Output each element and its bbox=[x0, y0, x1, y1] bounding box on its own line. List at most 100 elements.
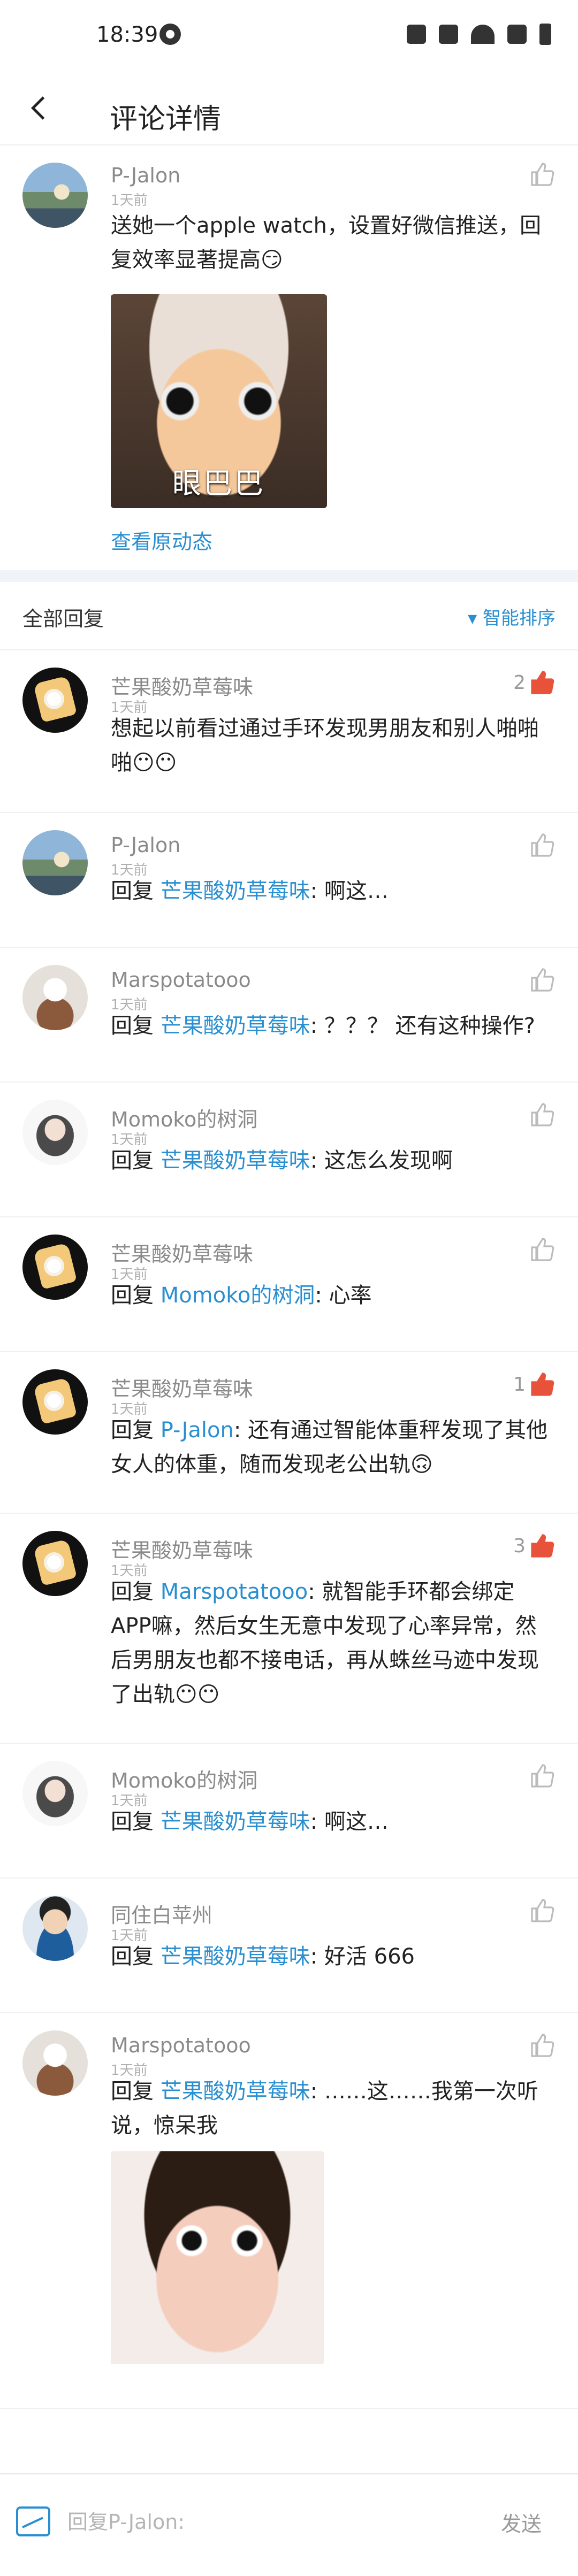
reply-item: Momoko的树洞 1天前 回复 芒果酸奶草莓味: 这怎么发现啊 bbox=[0, 1082, 578, 1217]
image-caption: 眼巴巴 bbox=[172, 466, 265, 500]
avatar[interactable] bbox=[22, 830, 88, 895]
reply-input[interactable] bbox=[66, 2504, 475, 2540]
thumbs-up-icon bbox=[531, 1534, 554, 1558]
send-button[interactable]: 发送 bbox=[501, 2508, 542, 2537]
thumbs-up-icon bbox=[531, 1103, 554, 1126]
author-name[interactable]: 芒果酸奶草莓味 bbox=[111, 1238, 253, 1267]
signal-icon bbox=[507, 25, 527, 44]
reply-prefix: 回复 bbox=[111, 879, 161, 903]
sort-dropdown[interactable]: 智能排序 bbox=[468, 603, 556, 630]
system-icons bbox=[407, 24, 551, 45]
like-button[interactable] bbox=[530, 1533, 556, 1559]
reply-bar: 发送 bbox=[0, 2473, 578, 2576]
section-divider bbox=[0, 570, 578, 582]
author-name[interactable]: 芒果酸奶草莓味 bbox=[111, 671, 253, 700]
author-name[interactable]: P-Jalon bbox=[111, 164, 180, 187]
reply-content: 回复 Marspotatooo: 就智能手环都会绑定APP嘛，然后女生无意中发现… bbox=[111, 1575, 550, 1712]
like-count: 1 bbox=[513, 1374, 526, 1396]
avatar[interactable] bbox=[22, 1235, 88, 1300]
mention-link[interactable]: 芒果酸奶草莓味 bbox=[161, 1810, 310, 1834]
author-name[interactable]: P-Jalon bbox=[111, 833, 180, 857]
settings-indicator-icon bbox=[159, 24, 181, 45]
reply-content: 回复 芒果酸奶草莓味: 啊这… bbox=[111, 1805, 550, 1839]
like-button[interactable] bbox=[530, 2033, 556, 2058]
reply-content: 回复 Momoko的树洞: 心率 bbox=[111, 1278, 550, 1313]
author-name[interactable]: 同住白苹州 bbox=[111, 1899, 212, 1928]
reply-item: Marspotatooo 1天前 回复 芒果酸奶草莓味: ……这……我第一次听说… bbox=[0, 2012, 578, 2409]
like-button[interactable] bbox=[530, 1371, 556, 1397]
replies-header: 全部回复 智能排序 bbox=[0, 582, 578, 650]
mention-link[interactable]: 芒果酸奶草莓味 bbox=[161, 879, 310, 903]
reply-content: 回复 P-Jalon: 还有通过智能体重秤发现了其他女人的体重，随而发现老公出轨… bbox=[111, 1413, 550, 1482]
author-name[interactable]: 芒果酸奶草莓味 bbox=[111, 1534, 253, 1563]
like-button[interactable] bbox=[530, 967, 556, 993]
post-content: 送她一个apple watch，设置好微信推送，回复效率显著提高😏 bbox=[111, 213, 541, 272]
reply-item: Momoko的树洞 1天前 回复 芒果酸奶草莓味: 啊这… bbox=[0, 1743, 578, 1879]
image-upload-icon[interactable] bbox=[16, 2506, 50, 2536]
author-name[interactable]: 芒果酸奶草莓味 bbox=[111, 1373, 253, 1402]
mention-link[interactable]: 芒果酸奶草莓味 bbox=[161, 2079, 310, 2104]
reply-prefix: 回复 bbox=[111, 1418, 161, 1443]
back-button[interactable] bbox=[24, 92, 56, 124]
avatar[interactable] bbox=[22, 1896, 88, 1961]
reply-text: 想起以前看过通过手环发现男朋友和别人啪啪啪😶😶 bbox=[111, 716, 539, 775]
author-name[interactable]: Momoko的树洞 bbox=[111, 1764, 257, 1793]
thumbs-up-icon bbox=[531, 1899, 554, 1922]
mention-link[interactable]: P-Jalon bbox=[161, 1418, 234, 1443]
like-button[interactable] bbox=[530, 162, 556, 187]
bluetooth-icon bbox=[439, 25, 458, 44]
avatar[interactable] bbox=[22, 1531, 88, 1596]
reply-prefix: 回复 bbox=[111, 1810, 161, 1834]
thumbs-up-icon bbox=[531, 1373, 554, 1396]
mention-link[interactable]: 芒果酸奶草莓味 bbox=[161, 1944, 310, 1969]
mention-link[interactable]: 芒果酸奶草莓味 bbox=[161, 1014, 310, 1038]
like-count: 2 bbox=[513, 672, 526, 694]
like-button[interactable] bbox=[530, 1763, 556, 1789]
thumbs-up-icon bbox=[531, 2034, 554, 2057]
like-button[interactable] bbox=[530, 1237, 556, 1262]
back-arrow-icon bbox=[31, 96, 45, 120]
author-name[interactable]: Marspotatooo bbox=[111, 968, 251, 992]
reply-text: : 这怎么发现啊 bbox=[310, 1148, 453, 1173]
mention-link[interactable]: 芒果酸奶草莓味 bbox=[161, 1148, 310, 1173]
avatar[interactable] bbox=[22, 2030, 88, 2096]
mention-link[interactable]: Momoko的树洞 bbox=[161, 1283, 315, 1308]
reply-item: Marspotatooo 1天前 回复 芒果酸奶草莓味: ？？？ 还有这种操作? bbox=[0, 947, 578, 1083]
mention-link[interactable]: Marspotatooo bbox=[161, 1580, 308, 1604]
author-name[interactable]: Marspotatooo bbox=[111, 2034, 251, 2057]
reply-text: : 啊这… bbox=[310, 1810, 389, 1834]
avatar[interactable] bbox=[22, 1100, 88, 1165]
avatar[interactable] bbox=[22, 1761, 88, 1826]
author-name[interactable]: Momoko的树洞 bbox=[111, 1103, 257, 1132]
avatar[interactable] bbox=[22, 668, 88, 733]
reply-content: 回复 芒果酸奶草莓味: ……这……我第一次听说，惊呆我 bbox=[111, 2074, 550, 2143]
view-original-link[interactable]: 查看原动态 bbox=[111, 525, 212, 555]
reply-item: 芒果酸奶草莓味 1天前 1 回复 P-Jalon: 还有通过智能体重秤发现了其他… bbox=[0, 1351, 578, 1514]
like-button[interactable] bbox=[530, 670, 556, 695]
reply-prefix: 回复 bbox=[111, 2079, 161, 2104]
avatar[interactable] bbox=[22, 163, 88, 228]
reply-text: : 啊这… bbox=[310, 879, 389, 903]
reply-prefix: 回复 bbox=[111, 1580, 161, 1604]
replies-title: 全部回复 bbox=[22, 607, 104, 631]
avatar[interactable] bbox=[22, 1369, 88, 1435]
like-button[interactable] bbox=[530, 832, 556, 858]
like-button[interactable] bbox=[530, 1898, 556, 1923]
reply-prefix: 回复 bbox=[111, 1944, 161, 1969]
thumbs-up-icon bbox=[531, 1238, 554, 1261]
reply-item: P-Jalon 1天前 回复 芒果酸奶草莓味: 啊这… bbox=[0, 812, 578, 948]
avatar[interactable] bbox=[22, 965, 88, 1030]
status-time: 18:39 bbox=[96, 22, 158, 47]
reply-prefix: 回复 bbox=[111, 1283, 161, 1308]
reply-content: 回复 芒果酸奶草莓味: 好活 666 bbox=[111, 1939, 550, 1974]
alarm-icon bbox=[407, 25, 426, 44]
reply-image[interactable] bbox=[111, 2151, 324, 2364]
thumbs-up-icon bbox=[531, 1764, 554, 1788]
post-image[interactable]: 眼巴巴 bbox=[111, 294, 327, 508]
like-button[interactable] bbox=[530, 1102, 556, 1128]
battery-icon bbox=[539, 24, 551, 45]
reply-content: 想起以前看过通过手环发现男朋友和别人啪啪啪😶😶 bbox=[111, 711, 550, 780]
post-time: 1天前 bbox=[111, 193, 148, 209]
reply-content: 回复 芒果酸奶草莓味: 这怎么发现啊 bbox=[111, 1144, 550, 1178]
reply-text: : 心率 bbox=[315, 1283, 372, 1308]
